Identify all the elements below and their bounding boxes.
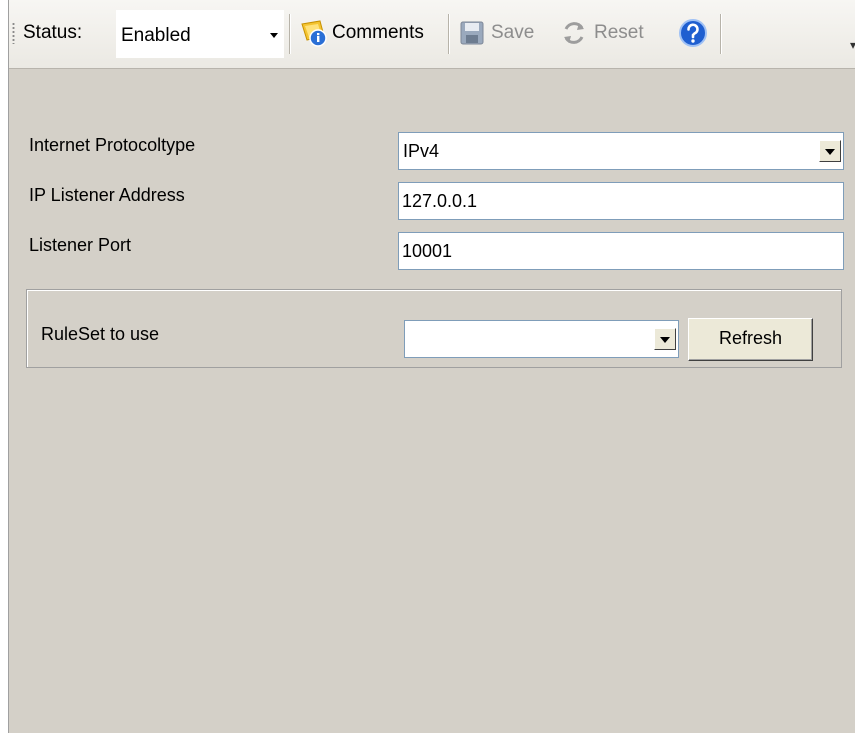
port-value: 10001 (402, 241, 453, 261)
refresh-button[interactable]: Refresh (688, 318, 813, 361)
help-button[interactable] (676, 10, 710, 56)
save-button[interactable]: Save (455, 10, 549, 56)
protocol-select[interactable]: IPv4 (398, 132, 844, 170)
address-field[interactable]: 127.0.0.1 (398, 182, 844, 220)
save-icon (460, 21, 484, 45)
save-label: Save (491, 22, 535, 43)
address-label: IP Listener Address (29, 185, 185, 205)
protocol-value: IPv4 (403, 141, 440, 161)
chevron-down-icon[interactable] (819, 140, 841, 162)
comments-label: Comments (332, 22, 424, 43)
settings-window: Status: Enabled Comments Save Reset ▾ In… (8, 0, 855, 733)
toolbar-separator (289, 14, 291, 54)
toolbar-overflow-icon[interactable]: ▾ (850, 38, 855, 52)
toolbar-separator (720, 14, 722, 54)
status-dropdown[interactable]: Enabled (116, 10, 284, 58)
address-value: 127.0.0.1 (402, 191, 478, 211)
port-label: Listener Port (29, 235, 132, 255)
reset-button[interactable]: Reset (558, 10, 666, 56)
port-field[interactable]: 10001 (398, 232, 844, 270)
reset-label: Reset (594, 22, 644, 43)
refresh-label: Refresh (718, 328, 783, 348)
comments-button[interactable]: Comments (296, 10, 438, 56)
protocol-label: Internet Protocoltype (29, 135, 196, 155)
comments-icon (301, 20, 327, 47)
toolbar-grip[interactable] (12, 22, 15, 44)
ruleset-select[interactable] (404, 320, 679, 358)
status-value: Enabled (121, 25, 191, 46)
ruleset-group: RuleSet to use Refresh (26, 289, 842, 368)
toolbar-separator (448, 14, 450, 54)
reset-icon (564, 22, 584, 44)
status-label: Status: (23, 22, 83, 43)
ruleset-label: RuleSet to use (41, 324, 160, 344)
help-icon (679, 19, 707, 47)
toolbar: Status: Enabled Comments Save Reset ▾ (9, 0, 855, 69)
chevron-down-icon[interactable] (654, 328, 676, 350)
chevron-down-icon (270, 33, 278, 38)
